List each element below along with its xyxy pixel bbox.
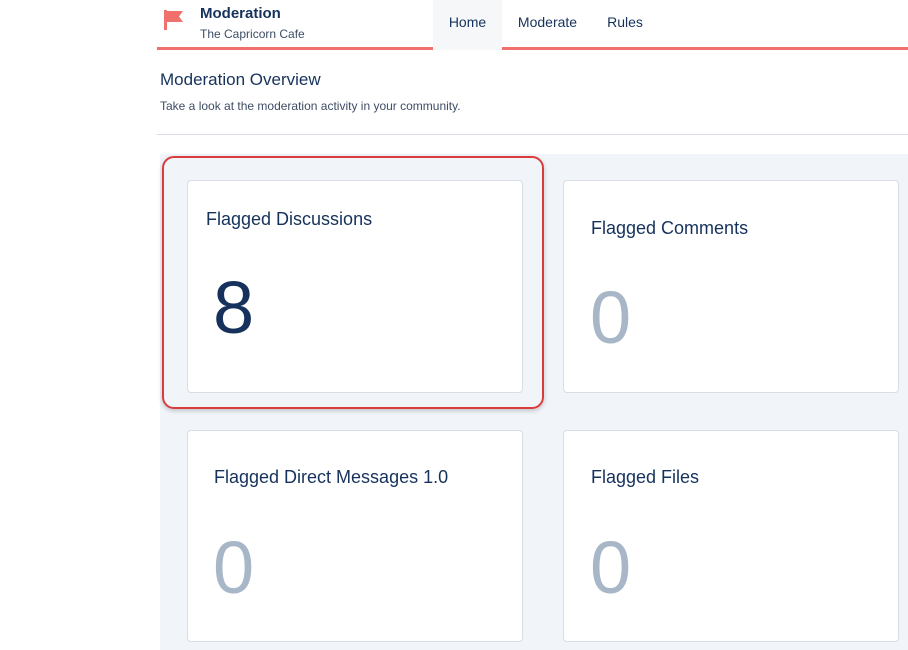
card-flagged-direct-messages[interactable]: Flagged Direct Messages 1.0 0 — [187, 430, 523, 642]
card-flagged-comments[interactable]: Flagged Comments 0 — [563, 180, 899, 393]
tab-bar-fill — [657, 0, 908, 50]
flag-icon — [164, 10, 183, 30]
app-header: Moderation The Capricorn Cafe Home Moder… — [157, 0, 908, 52]
app-title: Moderation — [200, 5, 281, 22]
tab-moderate[interactable]: Moderate — [502, 0, 593, 50]
card-value: 0 — [590, 526, 632, 609]
card-value: 0 — [590, 276, 632, 359]
card-label: Flagged Comments — [591, 218, 749, 238]
card-flagged-files[interactable]: Flagged Files 0 — [563, 430, 899, 642]
app-subtitle: The Capricorn Cafe — [200, 27, 305, 41]
header-divider — [157, 134, 908, 135]
tab-home[interactable]: Home — [433, 0, 502, 50]
highlight-box — [162, 156, 544, 409]
tab-rules[interactable]: Rules — [593, 0, 657, 50]
card-label: Flagged Files — [591, 467, 700, 487]
app-brand: Moderation The Capricorn Cafe — [157, 0, 433, 50]
card-label: Flagged Direct Messages 1.0 — [214, 467, 449, 487]
page-title: Moderation Overview — [160, 70, 321, 89]
nav-tabs: Home Moderate Rules — [433, 0, 908, 50]
page-description: Take a look at the moderation activity i… — [160, 99, 461, 113]
card-value: 0 — [213, 526, 255, 609]
